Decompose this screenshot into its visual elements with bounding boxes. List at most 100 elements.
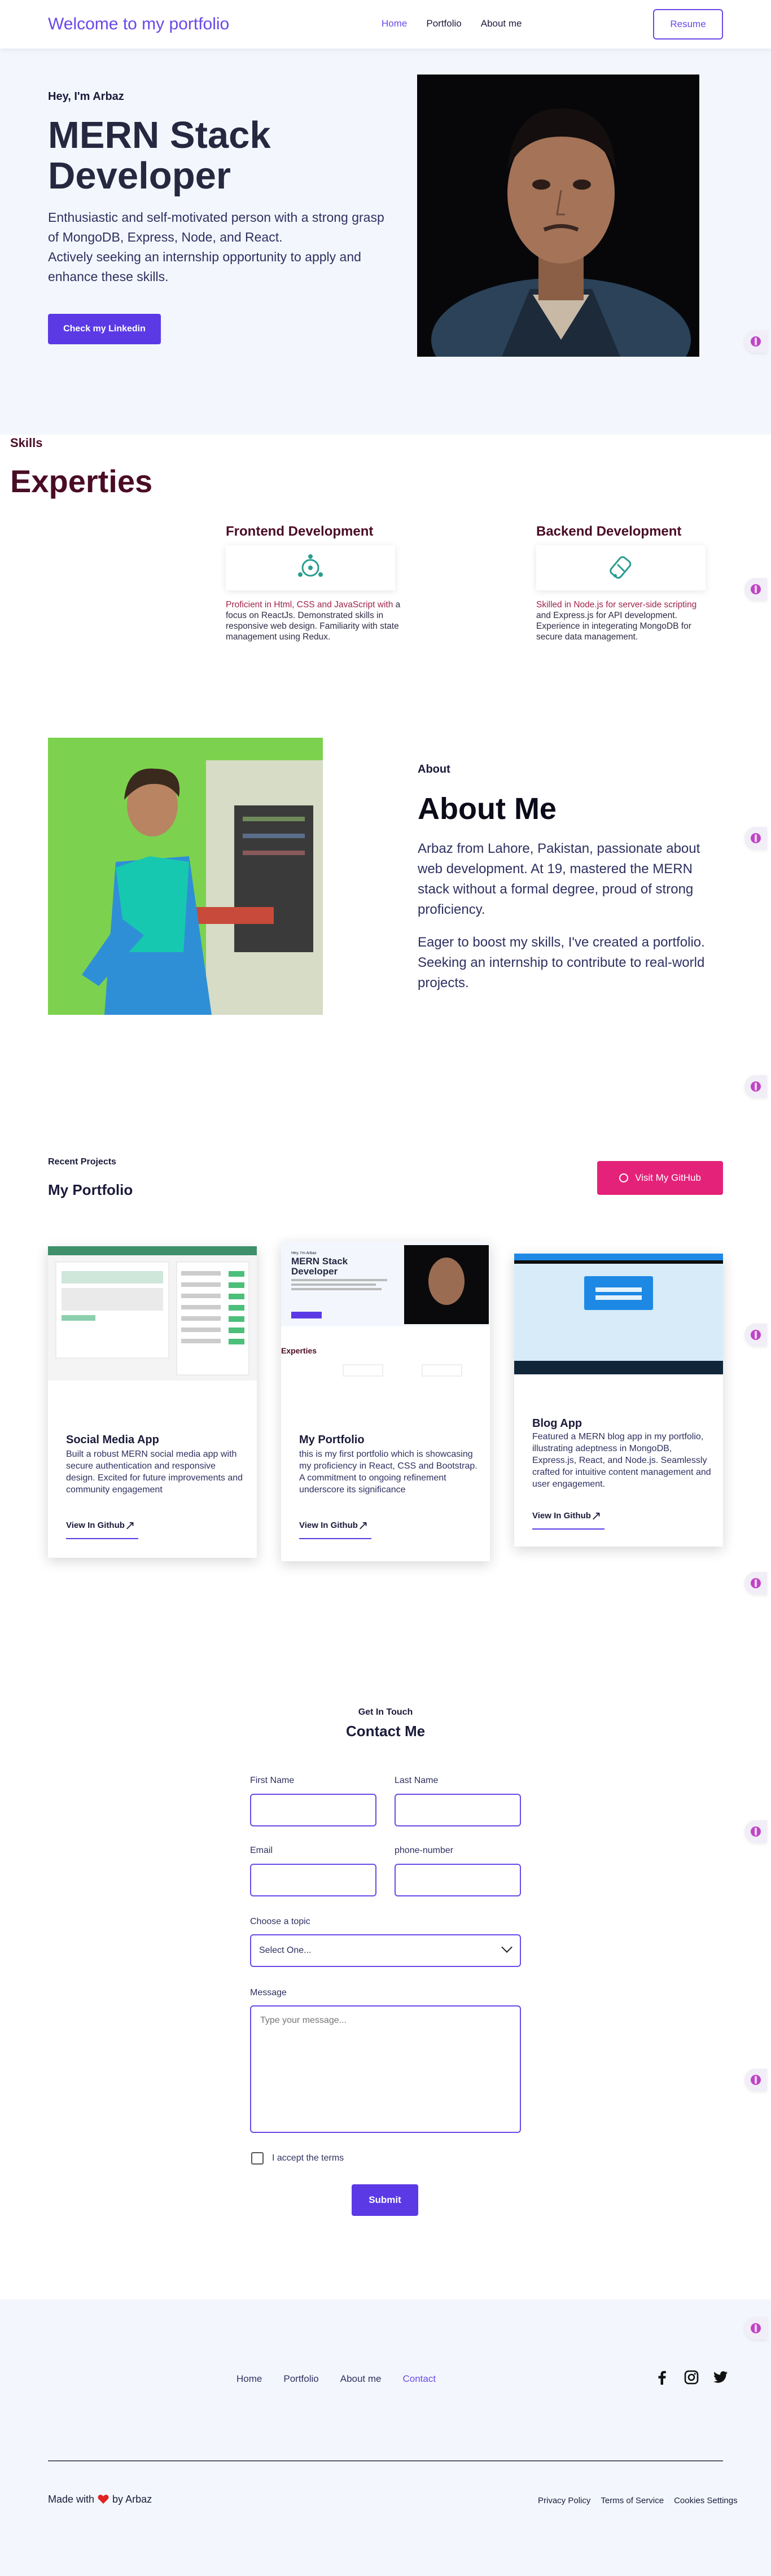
project-screenshot <box>48 1246 257 1381</box>
svg-text:Developer: Developer <box>291 1266 338 1277</box>
floating-badge[interactable] <box>744 1324 767 1346</box>
heart-icon <box>98 2495 109 2504</box>
badge-icon <box>751 584 761 594</box>
twitter-icon[interactable] <box>712 2368 730 2386</box>
dribbble-icon <box>619 1173 629 1182</box>
view-github-link[interactable]: View In Github ↗ <box>299 1518 371 1539</box>
terms-label: I accept the terms <box>272 2153 344 2163</box>
terms-checkbox[interactable] <box>251 2152 264 2165</box>
visit-github-button[interactable]: Visit My GitHub <box>597 1161 723 1195</box>
github-button-label: Visit My GitHub <box>635 1172 701 1183</box>
skill-description: Skilled in Node.js for server-side scrip… <box>536 599 711 642</box>
facebook-icon[interactable] <box>653 2368 671 2386</box>
project-title: My Portfolio <box>299 1434 365 1446</box>
link-label: View In Github <box>299 1521 358 1530</box>
portrait-illustration <box>417 75 699 357</box>
badge-icon <box>751 833 761 843</box>
made-with-prefix: Made with <box>48 2494 95 2505</box>
linkedin-button[interactable]: Check my Linkedin <box>48 314 161 344</box>
project-screenshot: Hey, I'm Arbaz MERN Stack Developer Expe… <box>281 1242 490 1379</box>
floating-badge[interactable] <box>744 1820 767 1843</box>
skill-highlight: Skilled in Node.js for server-side scrip… <box>536 600 697 610</box>
hero-description: Enthusiastic and self-motivated person w… <box>48 208 387 287</box>
cookies-settings-link[interactable]: Cookies Settings <box>674 2496 738 2505</box>
footer-link-home[interactable]: Home <box>236 2373 262 2385</box>
about-title: About Me <box>418 792 557 826</box>
badge-icon <box>751 2075 761 2085</box>
skill-rest: and Express.js for API development. Expe… <box>536 611 691 642</box>
email-input[interactable] <box>250 1864 376 1896</box>
submit-button[interactable]: Submit <box>352 2184 418 2216</box>
skill-title: Backend Development <box>536 524 682 539</box>
topic-label: Choose a topic <box>250 1917 310 1926</box>
nav-link-home[interactable]: Home <box>382 18 407 29</box>
first-name-label: First Name <box>250 1776 295 1785</box>
skill-card-frontend: Frontend Development Proficient in Html,… <box>226 524 401 642</box>
footer-divider <box>48 2460 723 2461</box>
floating-badge[interactable] <box>744 827 767 849</box>
floating-badge[interactable] <box>744 2069 767 2091</box>
instagram-icon[interactable] <box>682 2368 700 2386</box>
terms-of-service-link[interactable]: Terms of Service <box>601 2496 664 2505</box>
footer-links: Home Portfolio About me Contact <box>236 2373 436 2385</box>
floating-badge[interactable] <box>744 578 767 601</box>
floating-badge[interactable] <box>744 1075 767 1098</box>
floating-badge[interactable] <box>744 330 767 353</box>
footer-link-contact[interactable]: Contact <box>403 2373 436 2385</box>
first-name-input[interactable] <box>250 1794 376 1826</box>
footer: Home Portfolio About me Contact Made wit… <box>0 2299 771 2576</box>
message-textarea[interactable] <box>250 2005 521 2133</box>
message-label: Message <box>250 1988 287 1997</box>
navbar: Welcome to my portfolio Home Portfolio A… <box>0 0 771 49</box>
link-label: View In Github <box>532 1511 591 1521</box>
legal-links: Privacy Policy Terms of Service Cookies … <box>538 2496 738 2505</box>
view-github-link[interactable]: View In Github ↗ <box>66 1518 138 1539</box>
social-links <box>653 2368 730 2386</box>
footer-link-about[interactable]: About me <box>340 2373 382 2385</box>
about-label: About <box>418 763 450 776</box>
badge-icon <box>751 2323 761 2333</box>
phone-label: phone-number <box>395 1846 454 1855</box>
made-with-text: Made with by Arbaz <box>48 2494 152 2505</box>
skill-description: Proficient in Html, CSS and JavaScript w… <box>226 599 401 642</box>
badge-icon <box>751 1081 761 1092</box>
resume-button[interactable]: Resume <box>653 9 723 40</box>
about-paragraph-2: Eager to boost my skills, I've created a… <box>418 935 705 991</box>
project-description: Built a robust MERN social media app wit… <box>66 1449 243 1495</box>
badge-icon <box>751 336 761 347</box>
floating-badge[interactable] <box>744 2317 767 2340</box>
last-name-label: Last Name <box>395 1776 439 1785</box>
react-icon <box>298 554 323 577</box>
nav-link-portfolio[interactable]: Portfolio <box>426 18 461 29</box>
brand-title[interactable]: Welcome to my portfolio <box>48 15 229 34</box>
email-label: Email <box>250 1846 273 1855</box>
view-github-link[interactable]: View In Github ↗ <box>532 1509 604 1530</box>
about-paragraph-1: Arbaz from Lahore, Pakistan, passionate … <box>418 841 700 917</box>
project-card: Social Media App Built a robust MERN soc… <box>48 1246 257 1558</box>
last-name-input[interactable] <box>395 1794 521 1826</box>
badge-icon <box>751 1330 761 1340</box>
nav-link-about[interactable]: About me <box>481 18 522 29</box>
project-card: Hey, I'm Arbaz MERN Stack Developer Expe… <box>281 1242 490 1561</box>
privacy-policy-link[interactable]: Privacy Policy <box>538 2496 590 2505</box>
mongodb-icon <box>610 556 632 579</box>
social-app-screenshot <box>48 1246 257 1381</box>
hero-greeting: Hey, I'm Arbaz <box>48 90 124 103</box>
hero-desc-line1: Enthusiastic and self-motivated person w… <box>48 210 384 244</box>
svg-text:MERN Stack: MERN Stack <box>291 1256 348 1267</box>
topic-select[interactable]: Select One... <box>250 1934 521 1967</box>
footer-link-portfolio[interactable]: Portfolio <box>283 2373 318 2385</box>
floating-badge[interactable] <box>744 1572 767 1594</box>
topic-selected-value: Select One... <box>259 1946 312 1955</box>
hero-desc-line2: Actively seeking an internship opportuni… <box>48 249 361 284</box>
nav-links: Home Portfolio About me <box>382 18 522 29</box>
svg-text:Hey, I'm Arbaz: Hey, I'm Arbaz <box>291 1251 317 1255</box>
link-label: View In Github <box>66 1521 125 1530</box>
phone-input[interactable] <box>395 1864 521 1896</box>
blog-app-screenshot <box>514 1254 723 1374</box>
project-title: Blog App <box>532 1417 582 1430</box>
skills-title: Experties <box>10 463 153 499</box>
badge-icon <box>751 1826 761 1837</box>
project-description: this is my first portfolio which is show… <box>299 1449 478 1495</box>
skill-title: Frontend Development <box>226 524 374 539</box>
